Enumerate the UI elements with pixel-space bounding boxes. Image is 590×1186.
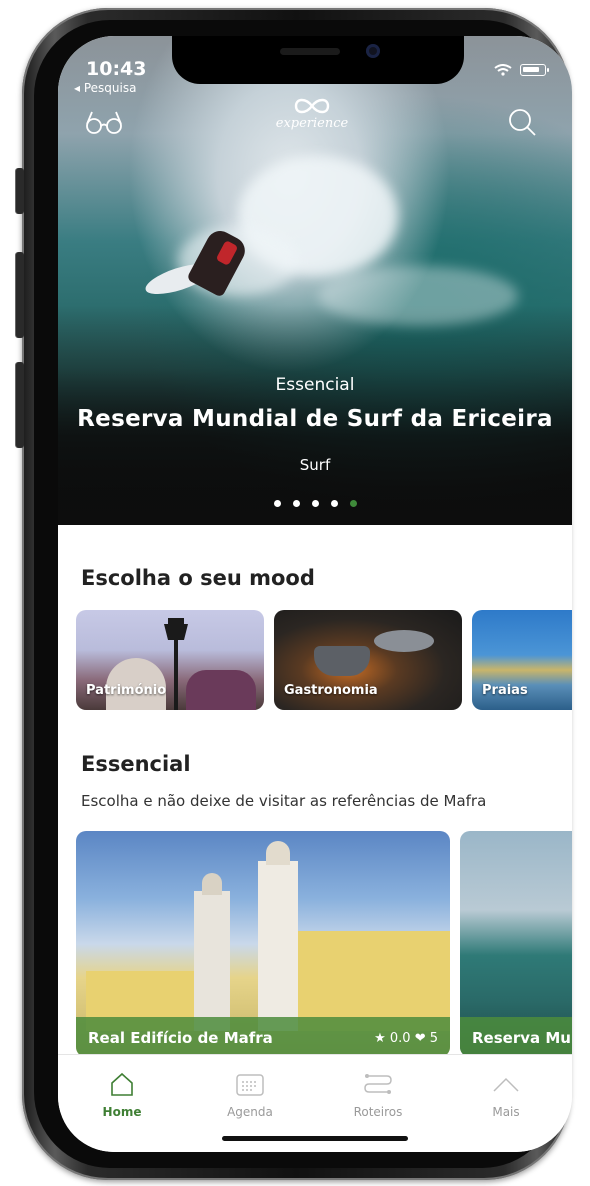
hero-category: Essencial (275, 375, 355, 395)
wave-foam (318, 266, 518, 326)
trees-image (186, 670, 256, 710)
wifi-icon (494, 64, 512, 76)
essencial-description: Escolha e não deixe de visitar as referê… (81, 792, 487, 810)
likes-count: ❤ 5 (414, 1031, 438, 1046)
notch (172, 36, 464, 84)
mood-card-label: Praias (482, 683, 528, 698)
essencial-card-name: Reserva Mu (472, 1029, 571, 1047)
logo-text: experience (275, 116, 349, 131)
chevron-up-icon (493, 1077, 519, 1092)
palace-tower-image (194, 891, 230, 1031)
mute-switch (16, 168, 24, 214)
mood-card-praias[interactable]: Praias (472, 610, 572, 710)
route-icon (364, 1074, 392, 1094)
back-to-search-link[interactable]: ◂ Pesquisa (74, 81, 136, 95)
card-rating-likes: ★ 0.0 ❤ 5 (374, 1031, 438, 1046)
tab-mais[interactable]: Mais (456, 1071, 556, 1119)
infinity-icon (294, 98, 330, 114)
palace-tower-image (258, 861, 298, 1031)
home-indicator[interactable] (222, 1136, 408, 1141)
hero-subtitle: Surf (299, 456, 331, 474)
pagination-dot-active[interactable] (349, 500, 357, 507)
mood-section-title: Escolha o seu mood (81, 566, 315, 590)
mood-card-label: Gastronomia (284, 683, 378, 698)
hero-carousel[interactable]: 10:43 ◂ Pesquisa experience Essencial Re… (58, 36, 572, 525)
volume-up-button (16, 252, 24, 338)
pan-lid-image (374, 630, 434, 652)
mood-card-label: Património (86, 683, 167, 698)
app-screen: 10:43 ◂ Pesquisa experience Essencial Re… (58, 36, 572, 1152)
bottom-tab-bar: Home Agenda Roteiros Mais (58, 1054, 572, 1152)
status-time: 10:43 (86, 58, 147, 80)
pagination-dot[interactable] (311, 500, 319, 507)
tab-home[interactable]: Home (72, 1071, 172, 1119)
mood-card-patrimonio[interactable]: Património (76, 610, 264, 710)
glasses-icon[interactable] (84, 106, 124, 136)
tab-label: Agenda (227, 1105, 273, 1119)
front-camera (366, 44, 380, 58)
tab-label: Roteiros (353, 1105, 403, 1119)
app-logo: experience (272, 96, 352, 131)
palace-facade-image (298, 931, 450, 1031)
tab-roteiros[interactable]: Roteiros (328, 1071, 428, 1119)
status-indicators (494, 64, 549, 76)
home-icon (111, 1072, 133, 1096)
tab-agenda[interactable]: Agenda (200, 1071, 300, 1119)
pagination-dot[interactable] (292, 500, 300, 507)
calendar-icon (236, 1074, 264, 1096)
essencial-card-name: Real Edifício de Mafra (88, 1029, 273, 1047)
cooking-pot-image (314, 646, 370, 676)
tab-label: Home (102, 1105, 142, 1119)
essencial-card-reserva[interactable]: Reserva Mu (460, 831, 572, 1057)
pagination-dot[interactable] (330, 500, 338, 507)
palace-spire-image (202, 873, 222, 895)
carousel-pagination[interactable] (58, 500, 572, 507)
essencial-section-title: Essencial (81, 752, 191, 776)
battery-icon (520, 64, 549, 76)
pagination-dot[interactable] (273, 500, 281, 507)
essencial-card-real-edificio[interactable]: Real Edifício de Mafra ★ 0.0 ❤ 5 (76, 831, 450, 1057)
rating-value: ★ 0.0 (374, 1031, 411, 1046)
palace-spire-image (266, 841, 290, 865)
hero-title[interactable]: Reserva Mundial de Surf da Ericeira (58, 406, 572, 432)
speaker-grille (280, 48, 340, 55)
tab-label: Mais (492, 1105, 520, 1119)
volume-down-button (16, 362, 24, 448)
mood-card-gastronomia[interactable]: Gastronomia (274, 610, 462, 710)
search-icon[interactable] (506, 106, 538, 138)
